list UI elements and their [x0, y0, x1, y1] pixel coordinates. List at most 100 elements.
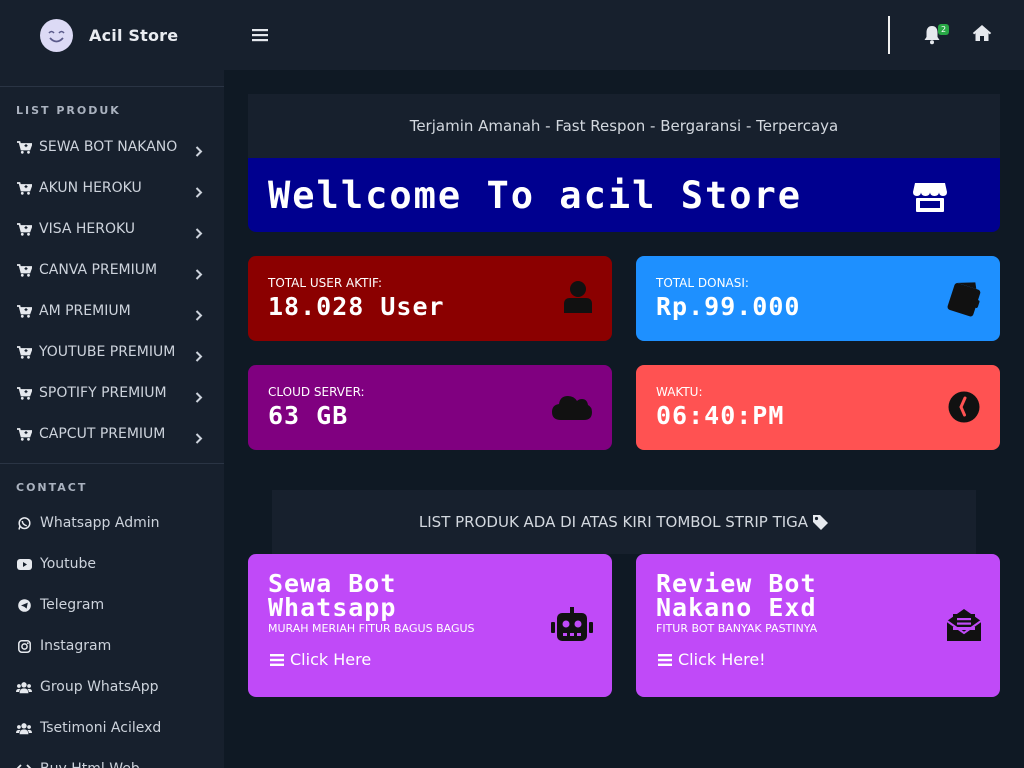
sidebar-item-label: SEWA BOT NAKANO [39, 139, 178, 155]
brand[interactable]: Acil Store [0, 0, 224, 70]
stat-value: 63 GB [268, 401, 349, 430]
click-here-link[interactable]: Click Here [270, 650, 371, 669]
product-card-sewa-bot[interactable]: Sewa Bot Whatsapp MURAH MERIAH FITUR BAG… [248, 554, 612, 697]
sidebar-item-label: Telegram [40, 597, 105, 613]
sidebar-item-label: CAPCUT PREMIUM [39, 426, 166, 442]
welcome-text: Wellcome To acil Store [268, 173, 803, 217]
notification-badge: 2 [938, 24, 950, 35]
notifications-button[interactable]: 2 [920, 24, 950, 46]
brand-name: Acil Store [89, 25, 179, 45]
sidebar-contact-group-whatsapp[interactable]: Group WhatsApp [0, 670, 224, 704]
sidebar-item-youtube-premium[interactable]: YOUTUBE PREMIUM [0, 335, 224, 369]
users-icon [16, 720, 32, 736]
sidebar-item-spotify-premium[interactable]: SPOTIFY PREMIUM [0, 376, 224, 410]
tag-icon [812, 514, 829, 530]
sidebar-item-label: Tsetimoni Acilexd [40, 720, 162, 736]
sidebar-item-label: AKUN HEROKU [39, 180, 142, 196]
clock-icon [948, 391, 980, 427]
sidebar-divider [0, 86, 224, 87]
sidebar-item-capcut-premium[interactable]: CAPCUT PREMIUM [0, 417, 224, 451]
sidebar-item-sewa-bot-nakano[interactable]: SEWA BOT NAKANO [0, 130, 224, 164]
sidebar: LIST PRODUK SEWA BOT NAKANO AKUN HEROKU VI… [0, 70, 224, 768]
cart-plus-icon [16, 303, 32, 319]
cart-plus-icon [16, 385, 32, 401]
sidebar-item-label: CANVA PREMIUM [39, 262, 158, 278]
stat-card-time: WAKTU: 06:40:PM [636, 365, 1000, 450]
chevron-right-icon [195, 142, 203, 161]
sidebar-item-label: Group WhatsApp [40, 679, 159, 695]
sidebar-item-label: Whatsapp Admin [40, 515, 160, 531]
robot-icon [551, 607, 593, 645]
cart-plus-icon [16, 344, 32, 360]
navbar-divider [888, 16, 890, 54]
sidebar-item-label: VISA HEROKU [39, 221, 136, 237]
tagline-text: Terjamin Amanah - Fast Respon - Bergaran… [409, 117, 839, 135]
sidebar-item-am-premium[interactable]: AM PREMIUM [0, 294, 224, 328]
stat-card-donations: TOTAL DONASI: Rp.99.000 [636, 256, 1000, 341]
whatsapp-icon [16, 515, 32, 531]
telegram-icon [16, 597, 32, 613]
chevron-right-icon [195, 347, 203, 366]
click-here-link[interactable]: Click Here! [658, 650, 766, 669]
sidebar-item-canva-premium[interactable]: CANVA PREMIUM [0, 253, 224, 287]
chevron-right-icon [195, 306, 203, 325]
sidebar-contact-tsetimoni-acilexd[interactable]: Tsetimoni Acilexd [0, 711, 224, 745]
store-icon [912, 180, 948, 218]
cloud-icon [552, 392, 592, 424]
stat-label: TOTAL USER AKTIF: [268, 276, 383, 290]
sidebar-divider [0, 463, 224, 464]
wallet-icon [946, 278, 984, 322]
stat-label: CLOUD SERVER: [268, 385, 365, 399]
info-text: LIST PRODUK ADA DI ATAS KIRI TOMBOL STRI… [418, 513, 809, 531]
sidebar-item-visa-heroku[interactable]: VISA HEROKU [0, 212, 224, 246]
sidebar-contact-buy-html-web[interactable]: Buy Html Web [0, 752, 224, 768]
home-button[interactable] [972, 24, 994, 46]
sidebar-item-label: SPOTIFY PREMIUM [39, 385, 167, 401]
product-subtitle: FITUR BOT BANYAK PASTINYA [656, 622, 818, 635]
menu-toggle-button[interactable] [250, 24, 270, 46]
user-icon [564, 280, 592, 317]
product-card-review-bot[interactable]: Review Bot Nakano Exd FITUR BOT BANYAK P… [636, 554, 1000, 697]
bars-icon [252, 29, 268, 42]
chevron-right-icon [195, 388, 203, 407]
top-navbar: Acil Store 2 [0, 0, 1024, 70]
sidebar-contact-telegram[interactable]: Telegram [0, 588, 224, 622]
code-icon [16, 761, 32, 768]
stat-card-users: TOTAL USER AKTIF: 18.028 User [248, 256, 612, 341]
chevron-right-icon [195, 224, 203, 243]
click-here-label: Click Here! [678, 650, 766, 669]
sidebar-contact-youtube[interactable]: Youtube [0, 547, 224, 581]
cart-plus-icon [16, 262, 32, 278]
stat-card-cloud-server: CLOUD SERVER: 63 GB [248, 365, 612, 450]
cart-plus-icon [16, 180, 32, 196]
list-icon [270, 653, 284, 667]
stat-label: TOTAL DONASI: [656, 276, 749, 290]
product-subtitle: MURAH MERIAH FITUR BAGUS BAGUS [268, 622, 475, 635]
stat-value: Rp.99.000 [656, 292, 801, 321]
info-banner: LIST PRODUK ADA DI ATAS KIRI TOMBOL STRI… [272, 490, 976, 554]
home-icon [972, 25, 992, 41]
sidebar-contact-instagram[interactable]: Instagram [0, 629, 224, 663]
stat-label: WAKTU: [656, 385, 703, 399]
click-here-label: Click Here [290, 650, 372, 669]
sidebar-contact-whatsapp-admin[interactable]: Whatsapp Admin [0, 506, 224, 540]
sidebar-item-label: Youtube [40, 556, 96, 572]
list-icon [658, 653, 672, 667]
sidebar-item-label: YOUTUBE PREMIUM [39, 344, 176, 360]
envelope-open-icon [946, 607, 982, 645]
sidebar-heading-products: LIST PRODUK [16, 104, 121, 117]
sidebar-item-akun-heroku[interactable]: AKUN HEROKU [0, 171, 224, 205]
users-icon [16, 679, 32, 695]
welcome-banner: Wellcome To acil Store [248, 158, 1000, 232]
stat-value: 06:40:PM [656, 401, 785, 430]
tagline-banner: Terjamin Amanah - Fast Respon - Bergaran… [248, 94, 1000, 158]
youtube-icon [16, 556, 32, 572]
smile-logo-icon [40, 18, 73, 52]
stat-value: 18.028 User [268, 292, 445, 321]
cart-plus-icon [16, 221, 32, 237]
sidebar-item-label: Buy Html Web [40, 761, 140, 768]
sidebar-item-label: Instagram [40, 638, 112, 654]
product-title: Review Bot Nakano Exd [656, 569, 817, 622]
product-title: Sewa Bot Whatsapp [268, 569, 397, 622]
cart-plus-icon [16, 426, 32, 442]
